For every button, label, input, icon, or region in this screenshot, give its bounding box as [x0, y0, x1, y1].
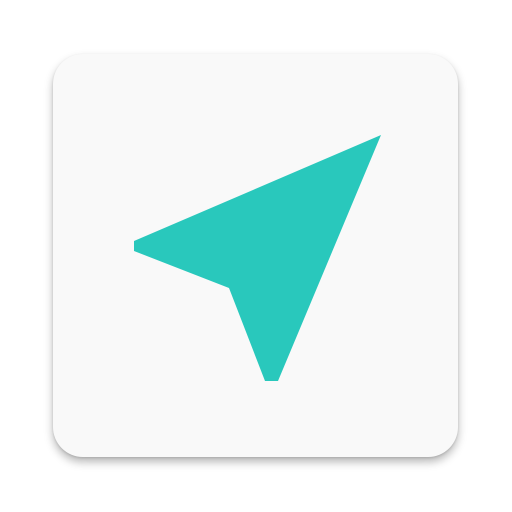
app-icon-canvas: [0, 0, 512, 512]
navigation-arrow-shape: [134, 135, 381, 381]
navigation-arrow-icon: [134, 135, 381, 381]
